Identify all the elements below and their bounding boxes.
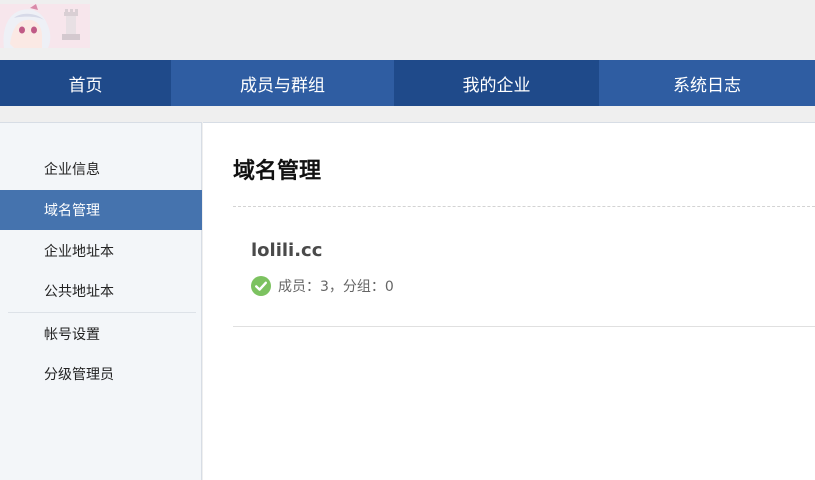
anime-avatar-logo-icon (0, 4, 90, 48)
list-divider (233, 326, 815, 327)
check-circle-icon (251, 276, 271, 296)
logo[interactable] (0, 4, 90, 48)
sidebar-item-account-settings[interactable]: 帐号设置 (0, 314, 202, 354)
sidebar-divider (8, 312, 196, 313)
domain-stats: 成员：3，分组：0 (251, 276, 394, 296)
main-nav: 首页 成员与群组 我的企业 系统日志 (0, 60, 815, 106)
nav-item-system-log[interactable]: 系统日志 (599, 60, 815, 106)
sidebar-item-enterprise-info[interactable]: 企业信息 (0, 149, 202, 189)
sidebar-item-sub-admin[interactable]: 分级管理员 (0, 354, 202, 394)
top-header (0, 0, 815, 60)
title-divider (233, 206, 815, 207)
sidebar-item-domain-management[interactable]: 域名管理 (0, 190, 202, 230)
main-content: 域名管理 lolili.cc 成员：3，分组：0 (203, 122, 815, 480)
sidebar-item-enterprise-address-book[interactable]: 企业地址本 (0, 231, 202, 271)
sidebar: 企业信息 域名管理 企业地址本 公共地址本 帐号设置 分级管理员 (0, 122, 202, 480)
domain-stats-text: 成员：3，分组：0 (278, 279, 394, 295)
nav-item-members-groups[interactable]: 成员与群组 (171, 60, 394, 106)
page-title: 域名管理 (233, 159, 322, 184)
nav-item-my-enterprise[interactable]: 我的企业 (394, 60, 599, 106)
domain-name-link[interactable]: lolili.cc (251, 240, 322, 261)
sidebar-item-public-address-book[interactable]: 公共地址本 (0, 271, 202, 311)
nav-item-home[interactable]: 首页 (0, 60, 171, 106)
